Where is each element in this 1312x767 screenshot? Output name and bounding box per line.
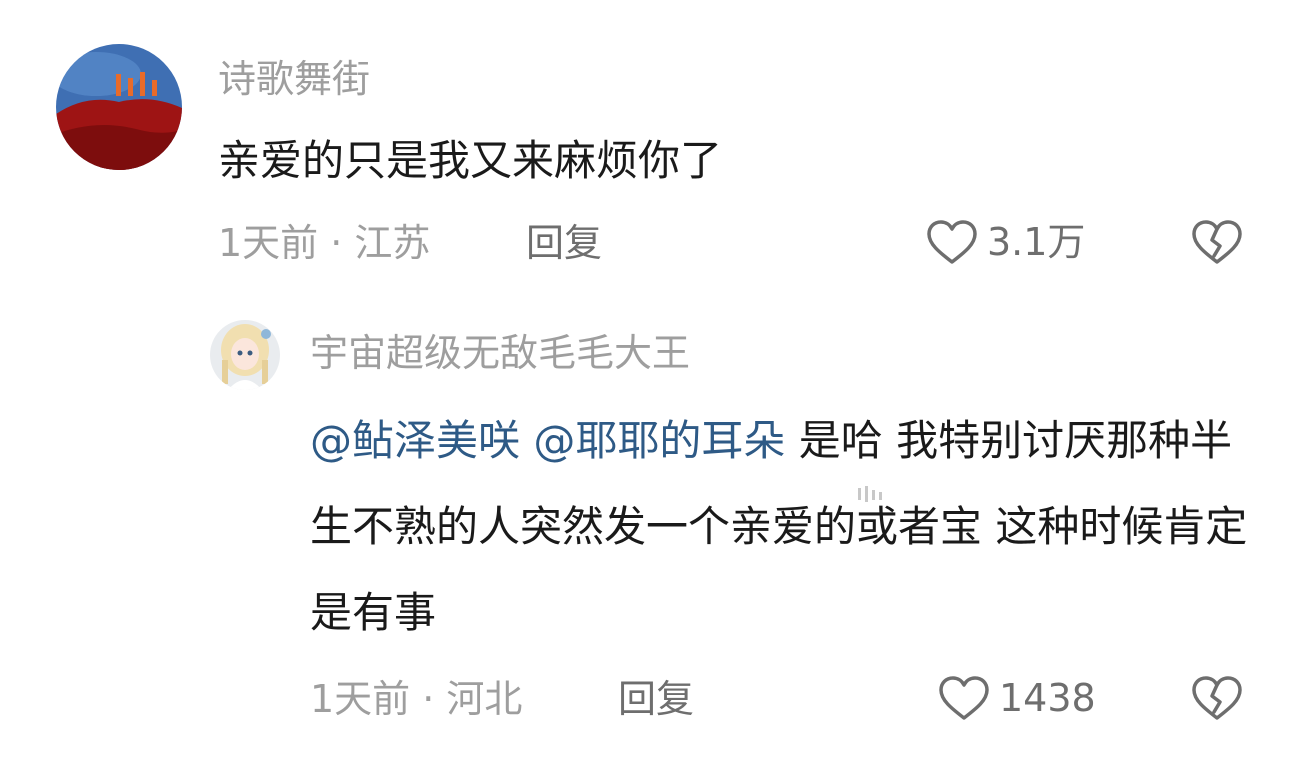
broken-heart-icon (1192, 220, 1242, 264)
broken-heart-icon (1192, 676, 1242, 720)
mention-link[interactable]: @耶耶的耳朵 (533, 416, 785, 465)
heart-outline-icon (939, 676, 989, 720)
reply-username[interactable]: 宇宙超级无敌毛毛大王 (310, 330, 690, 376)
reply-button[interactable]: 回复 (526, 220, 602, 266)
heart-outline-icon (927, 220, 977, 264)
comment-username[interactable]: 诗歌舞街 (218, 56, 370, 102)
comment-meta: 1天前 · 江苏 (218, 221, 431, 265)
mention-link[interactable]: @鲇泽美咲 (310, 416, 520, 465)
avatar[interactable] (56, 44, 182, 170)
comment-thread: 诗歌舞街 亲爱的只是我又来麻烦你了 1天前 · 江苏 回复 3.1万 宇宙超级无… (0, 0, 1312, 767)
reply-text: @鲇泽美咲 @耶耶的耳朵 是哈 我特别讨厌那种半生不熟的人突然发一个亲爱的或者宝… (310, 398, 1270, 656)
avatar-image (210, 320, 280, 390)
like-count: 3.1万 (987, 220, 1086, 264)
dislike-button[interactable] (1190, 674, 1244, 722)
reply-meta: 1天前 · 河北 (310, 677, 523, 721)
like-count: 1438 (999, 676, 1096, 720)
bars-icon (858, 486, 882, 502)
like-button[interactable]: 3.1万 (925, 218, 1085, 266)
comment-text: 亲爱的只是我又来麻烦你了 (218, 136, 723, 185)
avatar-image (56, 44, 182, 170)
avatar[interactable] (210, 320, 280, 390)
dislike-button[interactable] (1190, 218, 1244, 266)
like-button[interactable]: 1438 (937, 674, 1096, 722)
reply-button[interactable]: 回复 (618, 676, 694, 722)
